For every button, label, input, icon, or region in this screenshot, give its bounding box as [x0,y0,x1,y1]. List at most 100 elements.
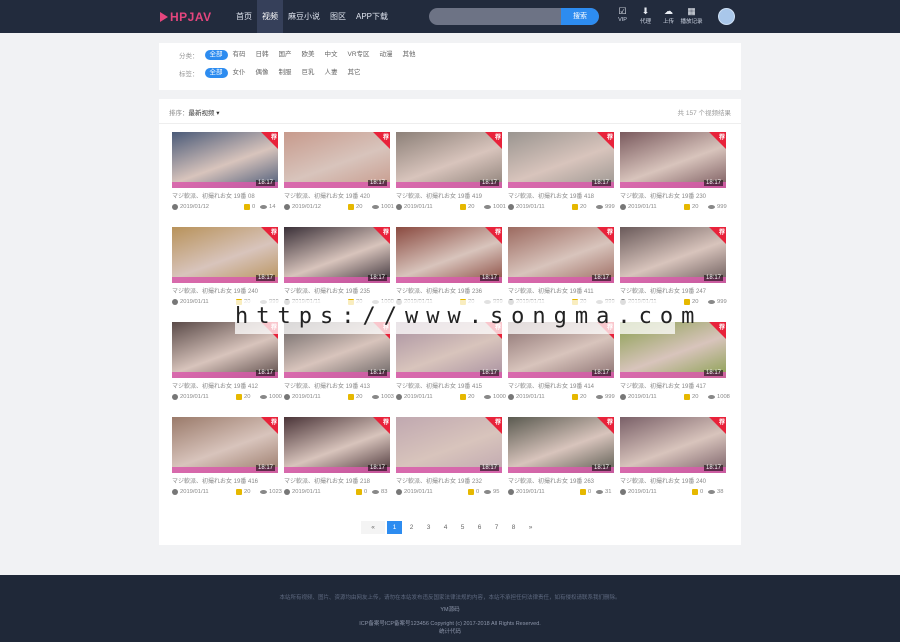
filter-option[interactable]: 人妻 [320,68,343,78]
video-title[interactable]: マジ軟派、初撮れお女 19番 414 [508,381,614,390]
video-date: 2019/01/11 [404,394,433,400]
video-title[interactable]: マジ軟派、初撮れお女 19番 263 [508,476,614,485]
video-title[interactable]: マジ軟派、初撮れお女 19番 419 [396,191,502,200]
video-card[interactable]: 荐18:17マジ軟派、初撮れお女 19番 4132019/01/11201003 [284,322,394,406]
header-link-0[interactable]: ☑ VIP [611,6,634,25]
page-button[interactable]: 6 [472,521,487,534]
video-title[interactable]: マジ軟派、初撮れお女 19番 417 [620,381,726,390]
video-title[interactable]: マジ軟派、初撮れお女 19番 413 [284,381,390,390]
user-avatar[interactable] [718,8,735,25]
filter-option[interactable]: 巨乳 [297,68,320,78]
site-logo[interactable]: HPJAV [160,10,212,24]
nav-item-0[interactable]: 首页 [231,0,257,33]
video-title[interactable]: マジ軟派、初撮れお女 19番 236 [396,286,502,295]
video-card[interactable]: 荐 18:17 マジ軟派、初撮れお女 19番 420 2019/01/12 20 1001 [284,132,394,216]
footer-brand[interactable]: YM源码 [0,605,900,613]
video-title[interactable]: マジ軟派、初撮れお女 19番 411 [508,286,614,295]
header-link-3[interactable]: ▦ 播放记录 [680,6,703,25]
video-title[interactable]: マジ軟派、初撮れお女 19番 230 [620,191,726,200]
nav-item-2[interactable]: 麻豆小说 [283,0,325,33]
filter-option[interactable]: 国产 [274,50,297,60]
video-title[interactable]: マジ軟派、初撮れお女 19番 412 [172,381,278,390]
video-thumbnail[interactable]: 荐 18:17 [172,227,278,283]
nav-item-1[interactable]: 视频 [257,0,283,33]
page-button[interactable]: 8 [506,521,521,534]
video-thumbnail[interactable]: 荐 18:17 [508,227,614,283]
eye-icon [260,205,267,209]
prev-page-button[interactable]: « [361,521,385,534]
filter-option[interactable]: 制服 [274,68,297,78]
video-thumbnail[interactable]: 荐 18:17 [396,132,502,188]
video-card[interactable]: 荐 18:17 マジ軟派、初撮れお女 19番 263 2019/01/11 0 31 [508,417,614,501]
video-title[interactable]: マジ軟派、初撮れお女 19番 232 [396,476,502,485]
video-title[interactable]: マジ軟派、初撮れお女 19番 218 [284,476,390,485]
coin-icon [460,204,466,210]
video-title[interactable]: マジ軟派、初撮れお女 19番 416 [172,476,278,485]
video-thumbnail[interactable]: 荐 18:17 [396,227,502,283]
page-button[interactable]: 4 [438,521,453,534]
video-title[interactable]: マジ軟派、初撮れお女 19番 240 [172,286,278,295]
video-thumbnail[interactable]: 荐 18:17 [620,132,726,188]
filter-option[interactable]: 有码 [228,50,251,60]
video-card[interactable]: 荐 18:17 マジ軟派、初撮れお女 19番 08 2019/01/12 0 14 [172,132,278,216]
header-link-1[interactable]: ⬇ 代理 [634,6,657,25]
filter-option[interactable]: 全部 [204,68,228,78]
header-link-2[interactable]: ☁ 上传 [657,6,680,25]
filter-option[interactable]: 女仆 [228,68,251,78]
sort-dropdown[interactable]: 排序：最新视频 ▾ [169,107,220,117]
video-title[interactable]: マジ軟派、初撮れお女 19番 235 [284,286,390,295]
page-button[interactable]: 7 [489,521,504,534]
page-button[interactable]: 3 [421,521,436,534]
page-button[interactable]: 2 [404,521,419,534]
nav-item-4[interactable]: APP下载 [351,0,393,33]
video-card[interactable]: 荐18:17マジ軟派、初撮れお女 19番 4142019/01/1120999 [508,322,615,406]
search-input[interactable] [429,8,559,25]
video-thumbnail[interactable]: 荐 18:17 [396,417,502,473]
filter-option[interactable]: 欧美 [297,50,320,60]
filter-option[interactable]: 日韩 [251,50,274,60]
coin-icon [692,489,698,495]
video-title[interactable]: マジ軟派、初撮れお女 19番 247 [620,286,726,295]
video-card[interactable]: 荐 18:17 マジ軟派、初撮れお女 19番 419 2019/01/11 20 1001 [396,132,506,216]
video-title[interactable]: マジ軟派、初撮れお女 19番 420 [284,191,390,200]
video-card[interactable]: 荐18:17マジ軟派、初撮れお女 19番 4152019/01/11201000 [396,322,506,406]
page-button[interactable]: 5 [455,521,470,534]
filter-option[interactable]: VR专区 [343,50,375,60]
filter-option[interactable]: 动漫 [375,50,398,60]
video-card[interactable]: 荐18:17マジ軟派、初撮れお女 19番 2402019/01/1120999 [172,227,279,311]
video-title[interactable]: マジ軟派、初撮れお女 19番 08 [172,191,278,200]
filter-option[interactable]: 偶像 [251,68,274,78]
video-card[interactable]: 荐 18:17 マジ軟派、初撮れお女 19番 218 2019/01/11 0 83 [284,417,390,501]
video-thumbnail[interactable]: 荐 18:17 [284,132,390,188]
nav-item-3[interactable]: 图区 [325,0,351,33]
filter-option[interactable]: 全部 [204,50,228,60]
video-thumbnail[interactable]: 荐 18:17 [284,417,390,473]
video-card[interactable]: 荐 18:17 マジ軟派、初撮れお女 19番 230 2019/01/11 20 999 [620,132,727,216]
video-card[interactable]: 荐 18:17 マジ軟派、初撮れお女 19番 417 2019/01/11 20 1008 [620,322,730,406]
video-thumbnail[interactable]: 荐 18:17 [620,417,726,473]
video-thumbnail[interactable]: 荐 18:17 [508,132,614,188]
video-card[interactable]: 荐 18:17 マジ軟派、初撮れお女 19番 240 2019/01/11 0 38 [620,417,726,501]
video-card[interactable]: 荐18:17マジ軟派、初撮れお女 19番 2472019/01/1120999 [620,227,727,311]
video-thumbnail[interactable]: 荐 18:17 [172,417,278,473]
video-card[interactable]: 荐 18:17 マジ軟派、初撮れお女 19番 418 2019/01/11 20 999 [508,132,615,216]
video-card[interactable]: 荐18:17マジ軟派、初撮れお女 19番 2352019/01/11201000 [284,227,394,311]
video-card[interactable]: 荐18:17マジ軟派、初撮れお女 19番 4122019/01/11201000 [172,322,282,406]
video-title[interactable]: マジ軟派、初撮れお女 19番 240 [620,476,726,485]
video-card[interactable]: 荐 18:17 マジ軟派、初撮れお女 19番 416 2019/01/11 20 1023 [172,417,282,501]
next-page-button[interactable]: » [523,521,538,534]
filter-option[interactable]: 其他 [398,50,421,60]
video-thumbnail[interactable]: 荐 18:17 [172,132,278,188]
video-card[interactable]: 荐 18:17 マジ軟派、初撮れお女 19番 232 2019/01/11 0 95 [396,417,502,501]
video-title[interactable]: マジ軟派、初撮れお女 19番 415 [396,381,502,390]
filter-option[interactable]: 中文 [320,50,343,60]
video-card[interactable]: 荐18:17マジ軟派、初撮れお女 19番 2362019/01/1120999 [396,227,503,311]
video-thumbnail[interactable]: 荐 18:17 [508,417,614,473]
video-card[interactable]: 荐18:17マジ軟派、初撮れお女 19番 4112019/01/1120999 [508,227,615,311]
search-button[interactable]: 搜索 [561,8,599,25]
page-button[interactable]: 1 [387,521,402,534]
video-title[interactable]: マジ軟派、初撮れお女 19番 418 [508,191,614,200]
video-thumbnail[interactable]: 荐 18:17 [284,227,390,283]
filter-option[interactable]: 其它 [343,68,366,78]
video-thumbnail[interactable]: 荐 18:17 [620,227,726,283]
